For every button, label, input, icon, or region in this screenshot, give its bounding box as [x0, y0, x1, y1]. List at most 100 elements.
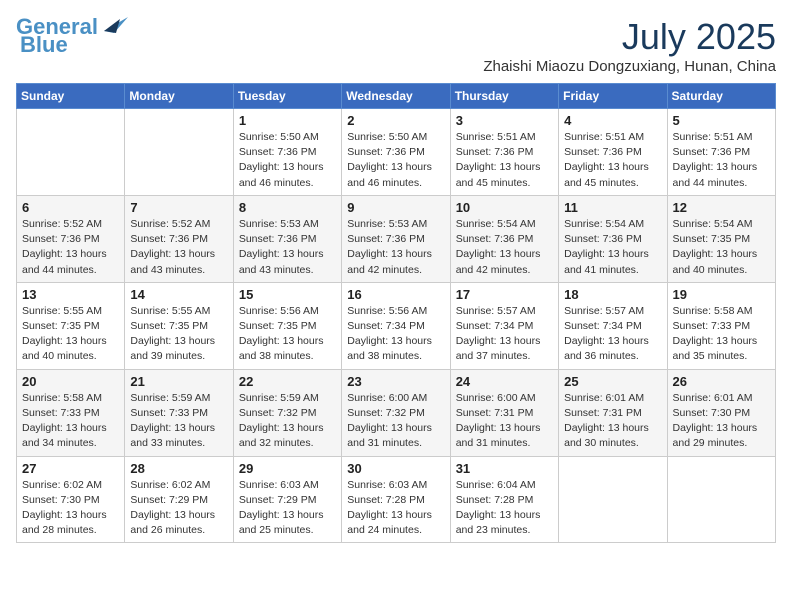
day-info: Sunrise: 5:53 AMSunset: 7:36 PMDaylight:…	[239, 217, 336, 278]
calendar-cell: 26Sunrise: 6:01 AMSunset: 7:30 PMDayligh…	[667, 369, 775, 456]
calendar-cell: 24Sunrise: 6:00 AMSunset: 7:31 PMDayligh…	[450, 369, 558, 456]
day-info: Sunrise: 5:59 AMSunset: 7:32 PMDaylight:…	[239, 391, 336, 452]
calendar-cell: 1 Sunrise: 5:50 AMSunset: 7:36 PMDaylight…	[233, 109, 341, 196]
day-number: 8	[239, 200, 336, 215]
calendar-cell	[17, 109, 125, 196]
calendar-cell: 19 Sunrise: 5:58 AMSunset: 7:33 PMDayligh…	[667, 282, 775, 369]
day-info: Sunrise: 5:52 AMSunset: 7:36 PMDaylight:…	[130, 217, 227, 278]
day-info: Sunrise: 5:51 AMSunset: 7:36 PMDaylight:…	[564, 130, 661, 191]
day-number: 17	[456, 287, 553, 302]
day-number: 30	[347, 461, 444, 476]
day-number: 31	[456, 461, 553, 476]
day-number: 21	[130, 374, 227, 389]
day-info: Sunrise: 5:59 AMSunset: 7:33 PMDaylight:…	[130, 391, 227, 452]
day-info: Sunrise: 6:00 AMSunset: 7:32 PMDaylight:…	[347, 391, 444, 452]
calendar-body: 1 Sunrise: 5:50 AMSunset: 7:36 PMDaylight…	[17, 109, 776, 543]
logo-icon	[100, 15, 128, 35]
calendar-cell: 3Sunrise: 5:51 AMSunset: 7:36 PMDaylight…	[450, 109, 558, 196]
logo: General Blue	[16, 16, 128, 56]
calendar-cell	[667, 456, 775, 543]
day-number: 9	[347, 200, 444, 215]
day-number: 16	[347, 287, 444, 302]
calendar-cell: 20Sunrise: 5:58 AMSunset: 7:33 PMDayligh…	[17, 369, 125, 456]
calendar-cell: 2 Sunrise: 5:50 AMSunset: 7:36 PMDaylight…	[342, 109, 450, 196]
day-number: 26	[673, 374, 770, 389]
day-number: 19	[673, 287, 770, 302]
day-info: Sunrise: 5:58 AMSunset: 7:33 PMDaylight:…	[22, 391, 119, 452]
title-block: July 2025 Zhaishi Miaozu Dongzuxiang, Hu…	[483, 16, 776, 75]
day-info: Sunrise: 5:52 AMSunset: 7:36 PMDaylight:…	[22, 217, 119, 278]
day-info: Sunrise: 5:54 AMSunset: 7:35 PMDaylight:…	[673, 217, 770, 278]
weekday-monday: Monday	[125, 84, 233, 109]
calendar-week-1: 1 Sunrise: 5:50 AMSunset: 7:36 PMDaylight…	[17, 109, 776, 196]
day-number: 14	[130, 287, 227, 302]
day-number: 10	[456, 200, 553, 215]
day-number: 22	[239, 374, 336, 389]
weekday-friday: Friday	[559, 84, 667, 109]
calendar-cell: 6 Sunrise: 5:52 AMSunset: 7:36 PMDaylight…	[17, 195, 125, 282]
calendar-cell: 15 Sunrise: 5:56 AMSunset: 7:35 PMDayligh…	[233, 282, 341, 369]
calendar-cell: 9 Sunrise: 5:53 AMSunset: 7:36 PMDaylight…	[342, 195, 450, 282]
day-info: Sunrise: 6:03 AMSunset: 7:28 PMDaylight:…	[347, 478, 444, 539]
location: Zhaishi Miaozu Dongzuxiang, Hunan, China	[483, 58, 776, 75]
calendar-week-2: 6 Sunrise: 5:52 AMSunset: 7:36 PMDaylight…	[17, 195, 776, 282]
calendar-cell: 17Sunrise: 5:57 AMSunset: 7:34 PMDayligh…	[450, 282, 558, 369]
day-number: 18	[564, 287, 661, 302]
day-info: Sunrise: 6:03 AMSunset: 7:29 PMDaylight:…	[239, 478, 336, 539]
calendar-cell: 14Sunrise: 5:55 AMSunset: 7:35 PMDayligh…	[125, 282, 233, 369]
day-info: Sunrise: 5:56 AMSunset: 7:34 PMDaylight:…	[347, 304, 444, 365]
day-info: Sunrise: 5:50 AMSunset: 7:36 PMDaylight:…	[347, 130, 444, 191]
calendar-cell: 27Sunrise: 6:02 AMSunset: 7:30 PMDayligh…	[17, 456, 125, 543]
day-number: 27	[22, 461, 119, 476]
day-number: 11	[564, 200, 661, 215]
day-number: 2	[347, 113, 444, 128]
calendar-cell	[125, 109, 233, 196]
weekday-saturday: Saturday	[667, 84, 775, 109]
page-header: General Blue July 2025 Zhaishi Miaozu Do…	[16, 16, 776, 75]
calendar-cell: 29 Sunrise: 6:03 AMSunset: 7:29 PMDayligh…	[233, 456, 341, 543]
calendar-cell: 28 Sunrise: 6:02 AMSunset: 7:29 PMDayligh…	[125, 456, 233, 543]
calendar-cell	[559, 456, 667, 543]
day-number: 29	[239, 461, 336, 476]
month-year: July 2025	[483, 16, 776, 58]
weekday-wednesday: Wednesday	[342, 84, 450, 109]
calendar-cell: 21 Sunrise: 5:59 AMSunset: 7:33 PMDayligh…	[125, 369, 233, 456]
day-number: 15	[239, 287, 336, 302]
day-info: Sunrise: 6:04 AMSunset: 7:28 PMDaylight:…	[456, 478, 553, 539]
weekday-sunday: Sunday	[17, 84, 125, 109]
day-info: Sunrise: 5:53 AMSunset: 7:36 PMDaylight:…	[347, 217, 444, 278]
calendar-week-5: 27Sunrise: 6:02 AMSunset: 7:30 PMDayligh…	[17, 456, 776, 543]
day-info: Sunrise: 5:54 AMSunset: 7:36 PMDaylight:…	[564, 217, 661, 278]
day-number: 4	[564, 113, 661, 128]
weekday-header-row: SundayMondayTuesdayWednesdayThursdayFrid…	[17, 84, 776, 109]
calendar-table: SundayMondayTuesdayWednesdayThursdayFrid…	[16, 83, 776, 543]
calendar-cell: 7 Sunrise: 5:52 AMSunset: 7:36 PMDaylight…	[125, 195, 233, 282]
calendar-cell: 8 Sunrise: 5:53 AMSunset: 7:36 PMDaylight…	[233, 195, 341, 282]
calendar-week-3: 13 Sunrise: 5:55 AMSunset: 7:35 PMDayligh…	[17, 282, 776, 369]
day-info: Sunrise: 6:02 AMSunset: 7:29 PMDaylight:…	[130, 478, 227, 539]
calendar-cell: 18Sunrise: 5:57 AMSunset: 7:34 PMDayligh…	[559, 282, 667, 369]
day-info: Sunrise: 6:00 AMSunset: 7:31 PMDaylight:…	[456, 391, 553, 452]
day-number: 1	[239, 113, 336, 128]
day-number: 7	[130, 200, 227, 215]
day-number: 3	[456, 113, 553, 128]
day-info: Sunrise: 5:58 AMSunset: 7:33 PMDaylight:…	[673, 304, 770, 365]
day-info: Sunrise: 5:56 AMSunset: 7:35 PMDaylight:…	[239, 304, 336, 365]
day-number: 25	[564, 374, 661, 389]
weekday-tuesday: Tuesday	[233, 84, 341, 109]
day-number: 6	[22, 200, 119, 215]
day-number: 13	[22, 287, 119, 302]
day-info: Sunrise: 5:51 AMSunset: 7:36 PMDaylight:…	[673, 130, 770, 191]
logo-text2: Blue	[20, 34, 68, 56]
day-info: Sunrise: 5:50 AMSunset: 7:36 PMDaylight:…	[239, 130, 336, 191]
calendar-cell: 22 Sunrise: 5:59 AMSunset: 7:32 PMDayligh…	[233, 369, 341, 456]
day-info: Sunrise: 5:55 AMSunset: 7:35 PMDaylight:…	[22, 304, 119, 365]
calendar-cell: 31 Sunrise: 6:04 AMSunset: 7:28 PMDayligh…	[450, 456, 558, 543]
day-number: 28	[130, 461, 227, 476]
weekday-thursday: Thursday	[450, 84, 558, 109]
calendar-cell: 4 Sunrise: 5:51 AMSunset: 7:36 PMDaylight…	[559, 109, 667, 196]
calendar-cell: 16 Sunrise: 5:56 AMSunset: 7:34 PMDayligh…	[342, 282, 450, 369]
day-number: 23	[347, 374, 444, 389]
calendar-cell: 5Sunrise: 5:51 AMSunset: 7:36 PMDaylight…	[667, 109, 775, 196]
calendar-cell: 10Sunrise: 5:54 AMSunset: 7:36 PMDayligh…	[450, 195, 558, 282]
